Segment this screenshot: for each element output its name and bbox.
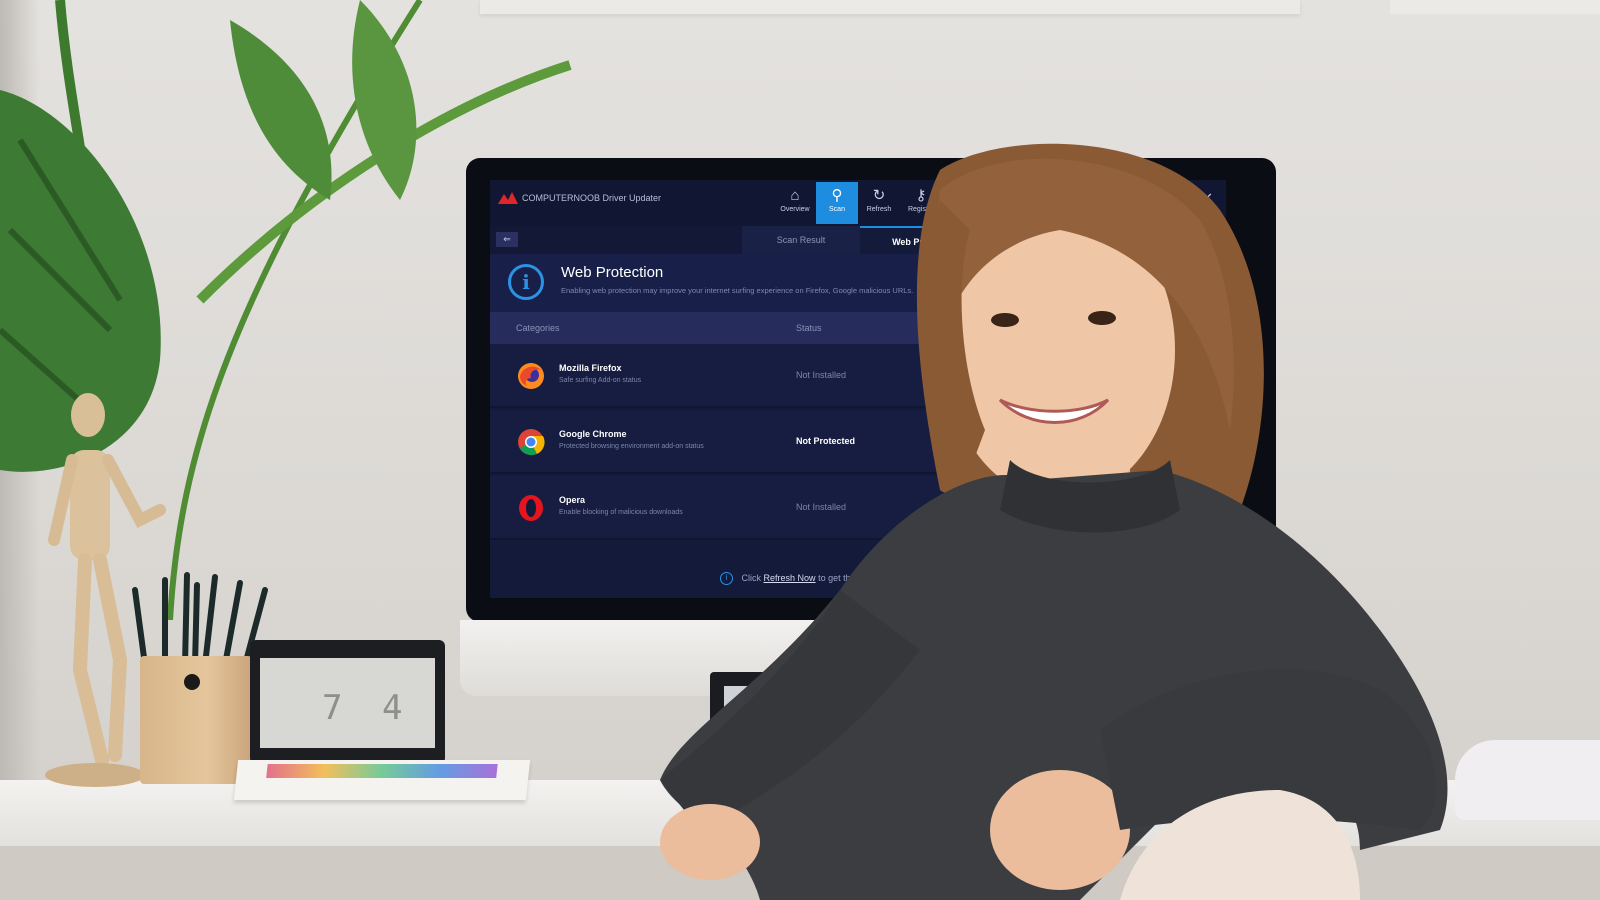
pencil-cup xyxy=(140,656,252,784)
browser-name: Opera xyxy=(559,495,586,505)
desk-clock: 7 4 xyxy=(250,640,445,764)
notebook-cover xyxy=(266,764,498,778)
notebook xyxy=(233,760,531,800)
wall-shelf xyxy=(480,0,1300,14)
clock-digit: 7 xyxy=(322,688,343,728)
opera-icon xyxy=(519,495,543,521)
cup-hole xyxy=(184,674,200,690)
browser-name: Mozilla Firefox xyxy=(559,363,622,373)
clock-digit: 4 xyxy=(382,688,403,728)
browser-name: Google Chrome xyxy=(559,429,627,439)
browser-description: Safe surfing Add-on status xyxy=(559,377,642,384)
column-header-categories: Categories xyxy=(516,323,560,333)
firefox-icon xyxy=(518,363,544,389)
back-button[interactable]: ⇐ xyxy=(496,232,518,247)
wall-shelf-right xyxy=(1390,0,1600,14)
clock-face: 7 4 xyxy=(260,658,435,748)
info-icon: i xyxy=(508,264,544,300)
brand-logo-icon xyxy=(498,192,518,204)
person xyxy=(660,143,1448,900)
photo-scene: COMPUTERNOOB Driver Updater ⌂ Overview ⚲… xyxy=(0,0,1600,900)
chrome-icon xyxy=(518,429,545,456)
